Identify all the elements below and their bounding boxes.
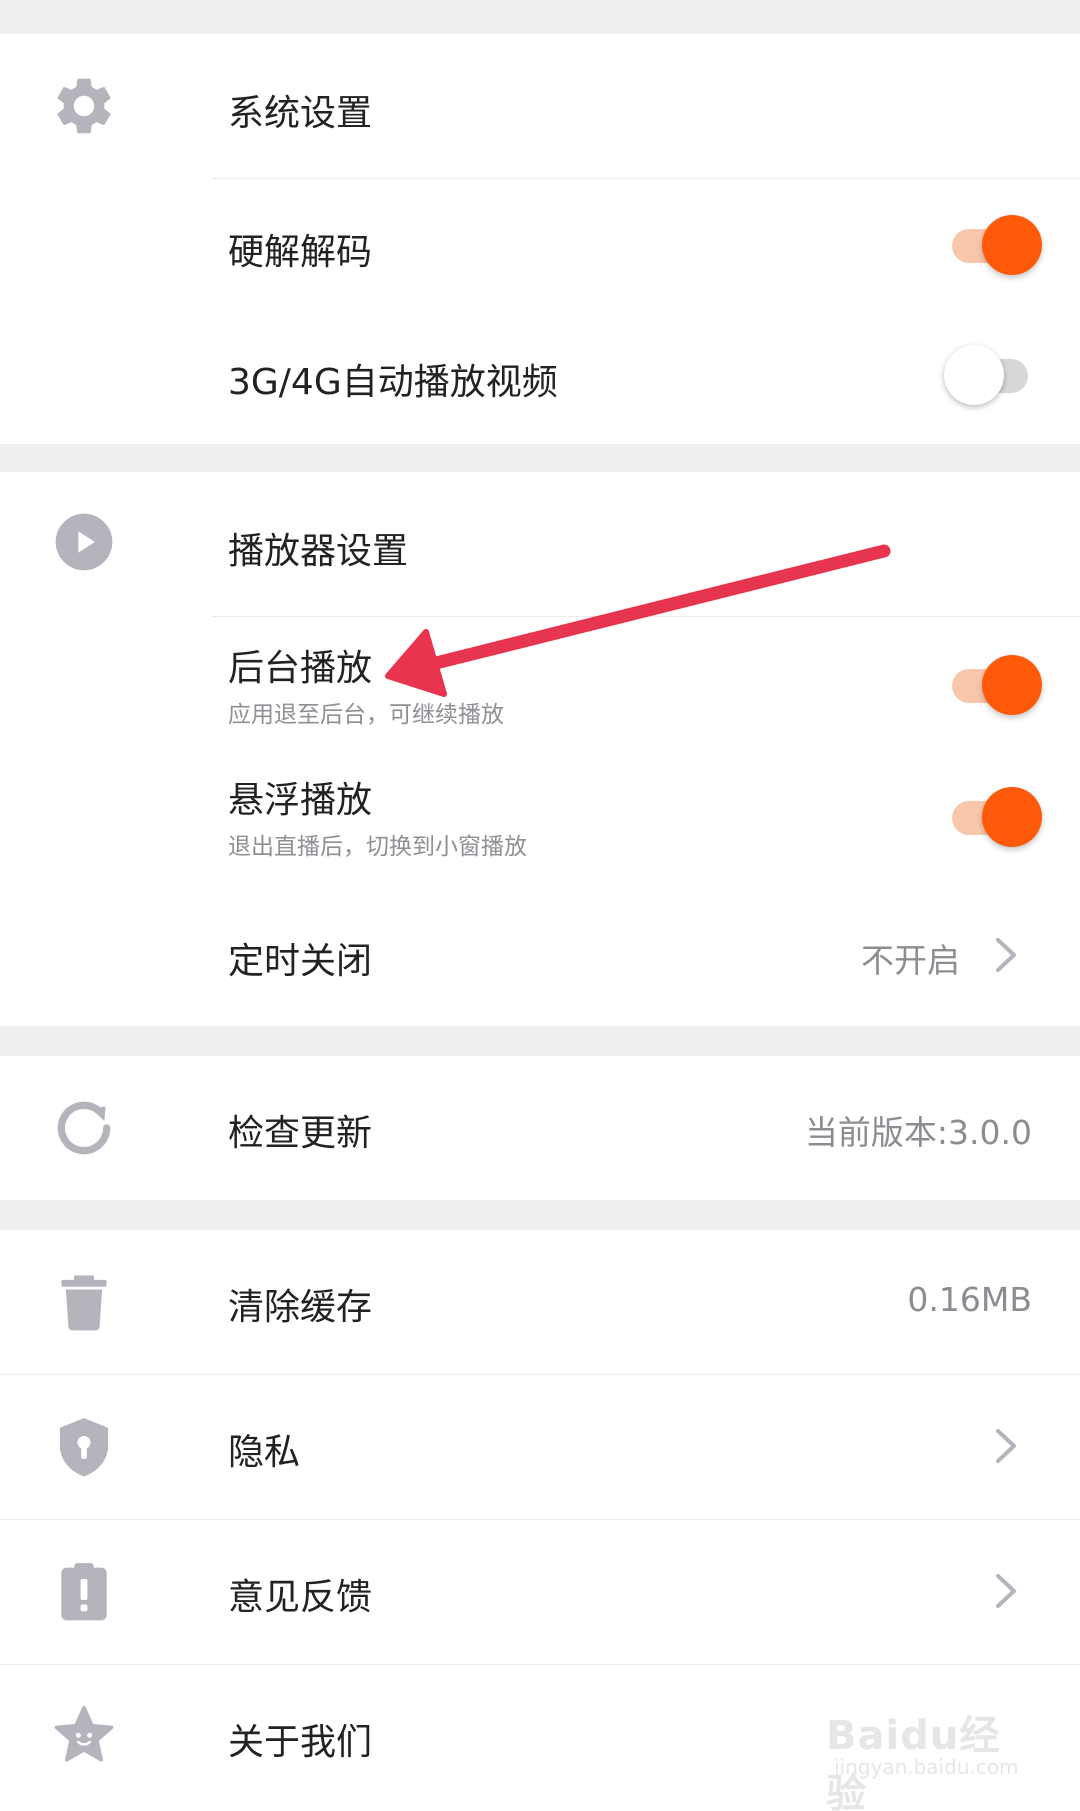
- toggle-knob: [982, 787, 1042, 847]
- system-settings-title: 系统设置: [228, 93, 373, 134]
- player-settings-card: 播放器设置 后台播放 应用退至后台，可继续播放 悬浮播放 退出直播后，切换到小窗…: [0, 472, 1080, 1026]
- clear-cache-label: 清除缓存: [228, 1287, 373, 1328]
- player-settings-title: 播放器设置: [228, 531, 409, 572]
- auto-play-toggle[interactable]: [944, 343, 1042, 407]
- system-settings-header: 系统设置: [0, 34, 1080, 178]
- background-play-toggle[interactable]: [944, 653, 1042, 717]
- float-play-sublabel: 退出直播后，切换到小窗播放: [228, 834, 527, 860]
- shield-icon: [50, 1413, 118, 1481]
- check-update-row[interactable]: 检查更新 当前版本:3.0.0: [0, 1056, 1080, 1200]
- version-value: 当前版本:3.0.0: [804, 1113, 1032, 1152]
- system-settings-card: 系统设置 硬解解码 3G/4G自动播放视频: [0, 34, 1080, 444]
- hw-decode-label: 硬解解码: [228, 232, 373, 273]
- cache-size-value: 0.16MB: [907, 1280, 1032, 1319]
- float-play-label: 悬浮播放: [228, 780, 373, 821]
- star-face-icon: [50, 1703, 118, 1771]
- refresh-icon: [50, 1094, 118, 1162]
- watermark-sub: jingyan.baidu.com: [834, 1755, 1019, 1779]
- update-card: 检查更新 当前版本:3.0.0: [0, 1056, 1080, 1200]
- privacy-label: 隐私: [228, 1432, 301, 1473]
- background-play-label: 后台播放: [228, 648, 373, 689]
- player-settings-header: 播放器设置: [0, 472, 1080, 616]
- auto-play-label: 3G/4G自动播放视频: [228, 362, 558, 403]
- background-play-row[interactable]: 后台播放 应用退至后台，可继续播放: [0, 617, 1080, 747]
- timer-close-value: 不开启: [861, 941, 960, 980]
- clipboard-alert-icon: [50, 1558, 118, 1626]
- hw-decode-toggle[interactable]: [944, 213, 1042, 277]
- background-play-sublabel: 应用退至后台，可继续播放: [228, 702, 504, 728]
- toggle-knob: [982, 215, 1042, 275]
- timer-close-row[interactable]: 定时关闭 不开启: [0, 882, 1080, 1022]
- timer-close-label: 定时关闭: [228, 941, 373, 982]
- chevron-right-icon: [994, 1427, 1018, 1465]
- auto-play-row[interactable]: 3G/4G自动播放视频: [0, 309, 1080, 439]
- check-update-label: 检查更新: [228, 1113, 373, 1154]
- chevron-right-icon: [994, 936, 1018, 974]
- feedback-row[interactable]: 意见反馈: [0, 1520, 1080, 1664]
- hw-decode-row[interactable]: 硬解解码: [0, 179, 1080, 309]
- misc-card: 清除缓存 0.16MB 隐私 意见反馈 关于我们 Baidu经验 jingyan…: [0, 1230, 1080, 1811]
- trash-icon: [50, 1268, 118, 1336]
- toggle-knob: [944, 345, 1004, 405]
- float-play-toggle[interactable]: [944, 785, 1042, 849]
- about-label: 关于我们: [228, 1722, 373, 1763]
- toggle-knob: [982, 655, 1042, 715]
- gear-icon: [50, 72, 118, 140]
- privacy-row[interactable]: 隐私: [0, 1375, 1080, 1519]
- clear-cache-row[interactable]: 清除缓存 0.16MB: [0, 1230, 1080, 1374]
- feedback-label: 意见反馈: [228, 1577, 373, 1618]
- chevron-right-icon: [994, 1572, 1018, 1610]
- play-circle-icon: [50, 508, 118, 576]
- float-play-row[interactable]: 悬浮播放 退出直播后，切换到小窗播放: [0, 749, 1080, 879]
- baidu-watermark: Baidu经验 jingyan.baidu.com: [820, 1685, 1030, 1811]
